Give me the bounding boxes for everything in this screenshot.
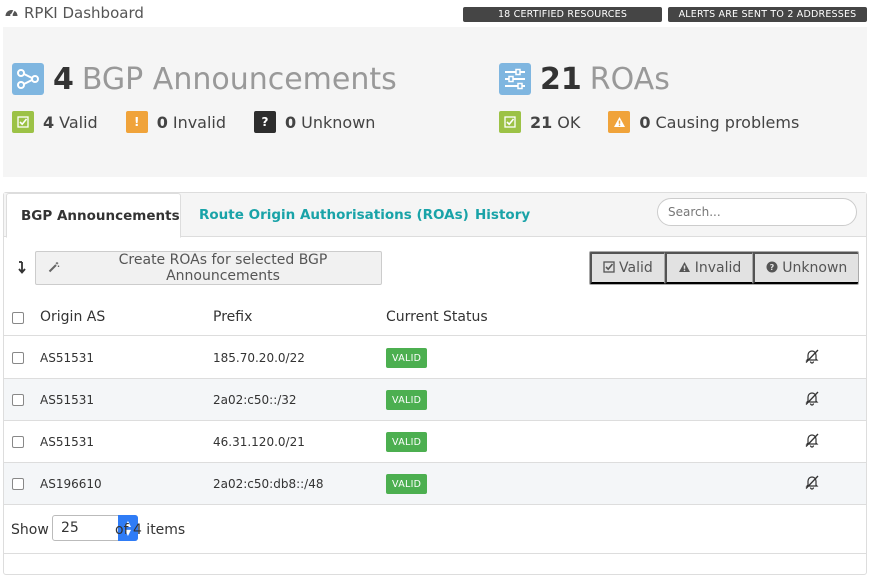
app-title: RPKI Dashboard [4,4,144,22]
column-origin-as[interactable]: Origin AS [40,309,105,325]
top-bar: RPKI Dashboard 18 CERTIFIED RESOURCES AL… [0,0,870,27]
warning-icon [678,261,691,276]
column-current-status[interactable]: Current Status [386,309,488,325]
roas-label: ROAs [589,61,670,97]
bgp-invalid-count: 0 [156,112,168,132]
roas-ok-label: OK [557,112,581,132]
page-size-value: 25 [61,520,79,536]
roas-summary-title: 21 ROAs [499,59,827,99]
filter-valid-label: Valid [619,260,653,276]
certified-resources-badge[interactable]: 18 CERTIFIED RESOURCES [463,7,662,22]
item-count-label: of 4 items [115,522,186,538]
share-nodes-icon [12,63,44,95]
bgp-unknown-label: Unknown [301,112,376,132]
alerts-badge[interactable]: ALERTS ARE SENT TO 2 ADDRESSES [668,7,867,22]
row-checkbox[interactable] [12,478,24,490]
bgp-stat-unknown[interactable]: ? 0 Unknown [254,111,375,133]
table-footer: Show 25 ▲ ▼ of 4 items [4,505,866,554]
app-title-text: RPKI Dashboard [24,4,144,22]
tabs-bar: BGP Announcements Route Origin Authorisa… [4,193,866,238]
origin-as-cell: AS51531 [40,351,94,365]
roas-stats: 21 OK 0 Causing problems [499,110,827,134]
bell-slash-icon[interactable] [804,432,820,451]
bgp-stat-invalid[interactable]: ! 0 Invalid [125,111,227,133]
check-icon [499,111,521,133]
bgp-valid-label: Valid [59,112,98,132]
table-header: Origin AS Prefix Current Status [4,298,866,336]
row-checkbox[interactable] [12,436,24,448]
bgp-summary-title: 4 BGP Announcements [12,59,403,99]
roas-count: 21 [540,61,582,97]
filter-invalid-label: Invalid [694,260,742,276]
status-badge: VALID [386,348,428,368]
status-badge: VALID [386,474,428,494]
create-roas-button[interactable]: Create ROAs for selected BGP Announcemen… [35,251,382,285]
sliders-icon [499,63,531,95]
bell-slash-icon[interactable] [804,390,820,409]
filter-valid-button[interactable]: Valid [590,252,665,284]
status-badge: VALID [386,432,428,452]
origin-as-cell: AS51531 [40,435,94,449]
question-icon: ? [254,111,277,133]
roas-problems-count: 0 [639,112,651,132]
prefix-cell: 46.31.120.0/21 [213,435,305,449]
bgp-stats: 4 Valid ! 0 Invalid ? 0 Unknown [12,110,403,134]
origin-as-cell: AS196610 [40,477,102,491]
check-icon [12,111,34,133]
row-checkbox[interactable] [12,352,24,364]
bgp-valid-count: 4 [43,112,55,132]
bell-slash-icon[interactable] [804,474,820,493]
filter-invalid-button[interactable]: Invalid [664,252,754,284]
bgp-summary: 4 BGP Announcements 4 Valid ! 0 Invalid … [12,59,403,134]
status-badge: VALID [386,390,428,410]
table-row[interactable]: AS51531 46.31.120.0/21 VALID [4,421,866,463]
origin-as-cell: AS51531 [40,393,94,407]
roas-stat-problems[interactable]: 0 Causing problems [608,111,799,133]
roas-problems-label: Causing problems [655,112,800,132]
bgp-count: 4 [53,61,74,97]
filter-unknown-label: Unknown [782,260,848,276]
question-circle-icon: ? [766,261,778,276]
summary-panel: 4 BGP Announcements 4 Valid ! 0 Invalid … [3,27,867,177]
magic-wand-icon [48,261,60,276]
filter-unknown-button[interactable]: ? Unknown [753,252,859,284]
tab-bgp-announcements[interactable]: BGP Announcements [6,193,181,238]
bgp-invalid-label: Invalid [172,112,227,132]
check-square-icon [603,260,615,276]
search-input[interactable] [657,198,857,226]
bgp-unknown-count: 0 [285,112,297,132]
show-label: Show [11,522,49,538]
bgp-stat-valid[interactable]: 4 Valid [12,111,98,133]
bgp-label: BGP Announcements [81,61,397,97]
select-all-checkbox[interactable] [12,312,24,324]
table-row[interactable]: AS51531 2a02:c50::/32 VALID [4,379,866,421]
create-roas-label: Create ROAs for selected BGP Announcemen… [118,252,328,284]
status-filter-group: Valid Invalid ? Unknown [589,251,860,285]
sort-arrow-icon[interactable] [18,261,26,278]
svg-text:?: ? [770,263,775,272]
bell-slash-icon[interactable] [804,348,820,367]
prefix-cell: 185.70.20.0/22 [213,351,305,365]
roas-summary: 21 ROAs 21 OK 0 Causing problems [499,59,827,134]
prefix-cell: 2a02:c50:db8::/48 [213,477,324,491]
roas-stat-ok[interactable]: 21 OK [499,111,580,133]
exclamation-icon: ! [125,111,148,133]
table-row[interactable]: AS51531 185.70.20.0/22 VALID [4,337,866,379]
column-prefix[interactable]: Prefix [213,309,252,325]
row-checkbox[interactable] [12,394,24,406]
roas-ok-count: 21 [530,112,553,132]
prefix-cell: 2a02:c50::/32 [213,393,297,407]
tab-history[interactable]: History [475,193,530,237]
table-row[interactable]: AS196610 2a02:c50:db8::/48 VALID [4,463,866,505]
warning-icon [608,111,631,133]
tab-roas[interactable]: Route Origin Authorisations (ROAs) [199,193,469,237]
dashboard-gauge-icon [4,4,19,22]
announcements-card: BGP Announcements Route Origin Authorisa… [3,192,867,575]
